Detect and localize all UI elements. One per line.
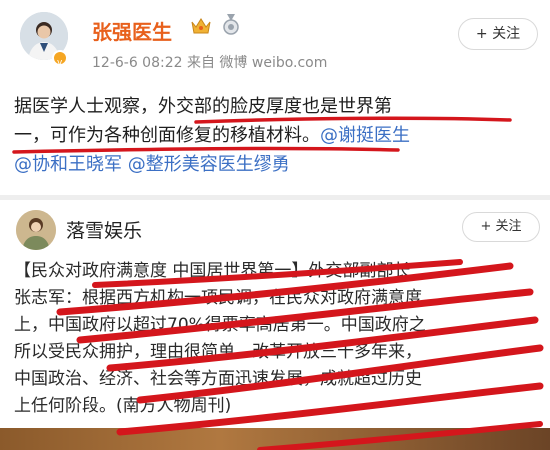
post-text-2-line: 中国政治、经济、社会等方面迅速发展，成就超过历史 <box>14 369 422 389</box>
author-name-2[interactable]: 落雪娱乐 <box>66 216 142 243</box>
post-text-1-line-2-text: 一，可作为各种创面修复的移植材料。 <box>14 125 320 146</box>
crown-icon <box>190 16 212 36</box>
verified-badge-icon: v <box>52 50 68 68</box>
author-name-1[interactable]: 张强医生 <box>92 16 172 45</box>
post-text-2-line: 上，中国政府以超过70%得票率高居第一。中国政府之 <box>14 315 426 335</box>
mention-link[interactable]: @协和王晓军 <box>14 154 122 175</box>
mention-link[interactable]: @谢挺医生 <box>320 125 410 146</box>
post-text-1-line-3: @协和王晓军 @整形美容医生缪勇 <box>14 150 290 179</box>
author-avatar-2[interactable] <box>16 210 56 250</box>
post-text-1-line-2: 一，可作为各种创面修复的移植材料。@谢挺医生 <box>14 121 410 150</box>
post-image-preview[interactable] <box>0 428 550 450</box>
post-text-1-line-1: 据医学人士观察，外交部的脸皮厚度也是世界第 <box>14 96 392 117</box>
follow-button-2[interactable]: + 关注 <box>462 212 540 242</box>
post-text-2-line: 张志军：根据西方机构一项民调，在民众对政府满意度 <box>14 288 422 308</box>
post-meta-1: 12-6-6 08:22 来自 微博 weibo.com <box>92 55 328 71</box>
mention-link[interactable]: @整形美容医生缪勇 <box>128 154 290 175</box>
follow-button-1[interactable]: + 关注 <box>458 18 538 50</box>
post-text-2-line: 所以受民众拥护，理由很简单，改革开放三十多年来， <box>14 342 422 362</box>
svg-text:v: v <box>57 58 63 67</box>
screenshot: v 张强医生 12-6-6 08:22 来自 微博 weibo.com + 关注… <box>0 0 550 450</box>
post-text-2-line: 上任何阶段。(南方人物周刊) <box>14 396 232 416</box>
post-text-2-line: 【民众对政府满意度 中国居世界第一】外交部副部长 <box>14 261 411 281</box>
medal-icon <box>222 14 240 36</box>
